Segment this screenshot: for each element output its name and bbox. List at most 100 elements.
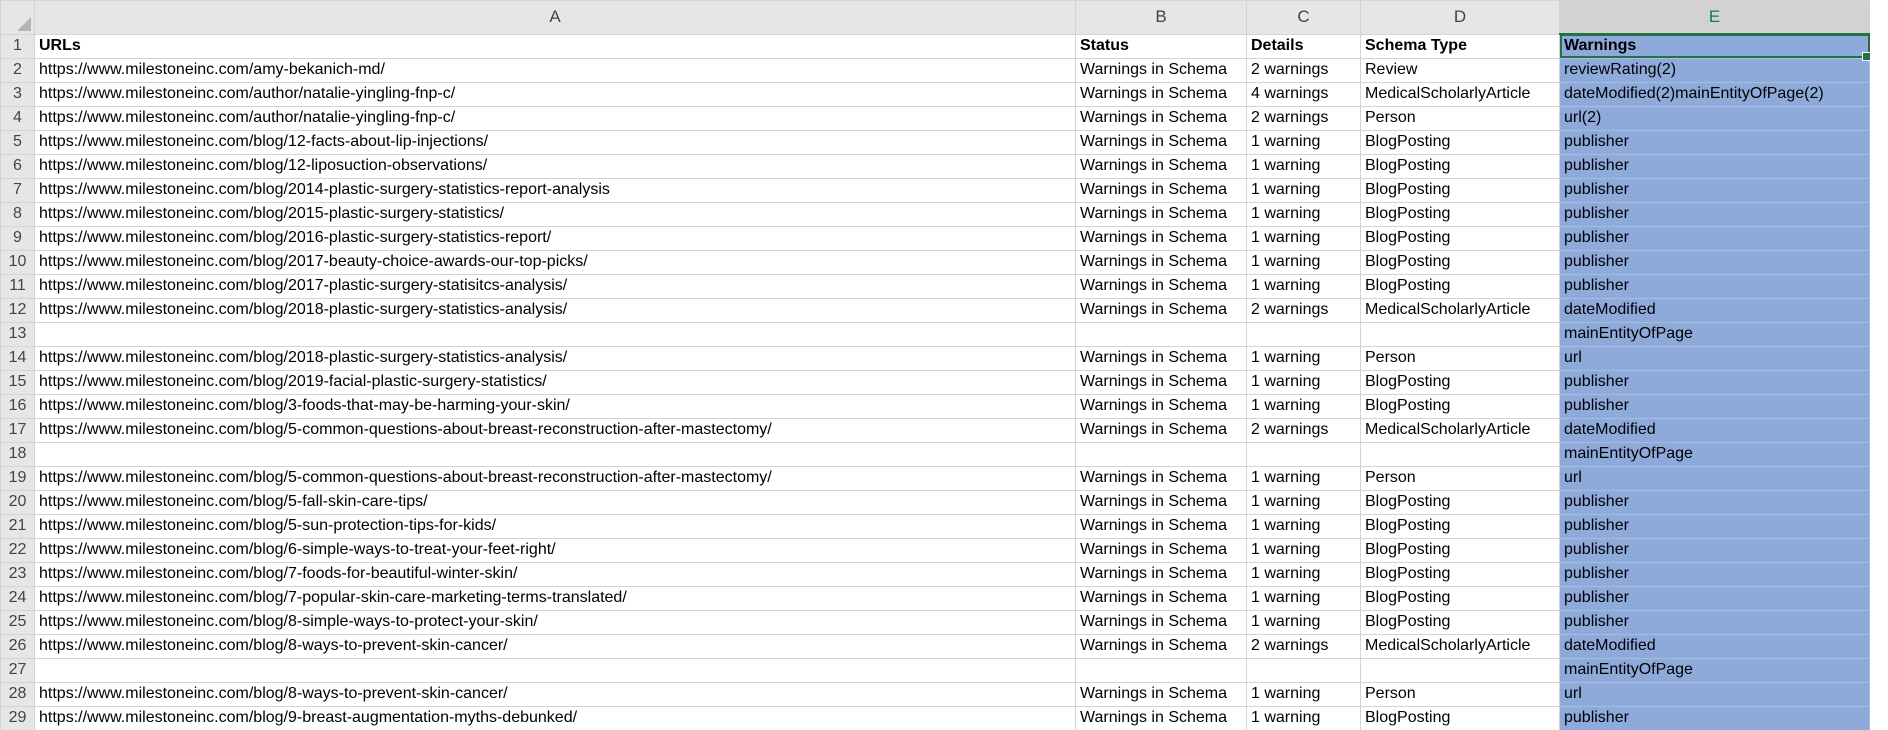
cell-a[interactable]: https://www.milestoneinc.com/blog/3-food… — [34, 393, 1076, 419]
cell-a[interactable]: https://www.milestoneinc.com/blog/5-fall… — [34, 489, 1076, 515]
fill-handle[interactable] — [1862, 52, 1871, 61]
row-header[interactable]: 29 — [0, 705, 35, 730]
cell-b[interactable]: Warnings in Schema — [1075, 57, 1247, 83]
cell-e[interactable]: publisher — [1559, 225, 1870, 251]
column-header-c[interactable]: C — [1246, 0, 1361, 35]
cell-c[interactable]: 1 warning — [1246, 561, 1361, 587]
row-header[interactable]: 8 — [0, 201, 35, 227]
row-header[interactable]: 19 — [0, 465, 35, 491]
row-header[interactable]: 25 — [0, 609, 35, 635]
row-header[interactable]: 4 — [0, 105, 35, 131]
cell-c[interactable]: 1 warning — [1246, 153, 1361, 179]
cell-c[interactable]: 1 warning — [1246, 249, 1361, 275]
cell-a[interactable] — [34, 321, 1076, 347]
cell-a[interactable]: https://www.milestoneinc.com/amy-bekanic… — [34, 57, 1076, 83]
cell-e[interactable]: publisher — [1559, 129, 1870, 155]
cell-c[interactable]: 2 warnings — [1246, 105, 1361, 131]
cell-d[interactable]: BlogPosting — [1360, 561, 1560, 587]
cell-d[interactable]: BlogPosting — [1360, 393, 1560, 419]
cell-a[interactable]: https://www.milestoneinc.com/blog/9-brea… — [34, 705, 1076, 730]
cell-a[interactable]: https://www.milestoneinc.com/blog/2018-p… — [34, 297, 1076, 323]
cell-a[interactable]: https://www.milestoneinc.com/blog/5-comm… — [34, 417, 1076, 443]
cell-a[interactable]: https://www.milestoneinc.com/blog/6-simp… — [34, 537, 1076, 563]
cell-c[interactable]: 1 warning — [1246, 585, 1361, 611]
cell-c[interactable]: 1 warning — [1246, 369, 1361, 395]
cell-d[interactable]: MedicalScholarlyArticle — [1360, 633, 1560, 659]
cell-c[interactable]: 1 warning — [1246, 345, 1361, 371]
row-header[interactable]: 3 — [0, 81, 35, 107]
cell-b[interactable]: Warnings in Schema — [1075, 273, 1247, 299]
cell-a[interactable]: https://www.milestoneinc.com/blog/2017-p… — [34, 273, 1076, 299]
cell-a[interactable]: https://www.milestoneinc.com/blog/7-food… — [34, 561, 1076, 587]
row-header[interactable]: 13 — [0, 321, 35, 347]
row-header[interactable]: 5 — [0, 129, 35, 155]
cell-d[interactable] — [1360, 657, 1560, 683]
cell-b[interactable]: Warnings in Schema — [1075, 369, 1247, 395]
cell-c[interactable]: 1 warning — [1246, 201, 1361, 227]
cell-b[interactable]: Warnings in Schema — [1075, 513, 1247, 539]
row-header[interactable]: 22 — [0, 537, 35, 563]
cell-e[interactable]: dateModified(2)mainEntityOfPage(2) — [1559, 81, 1870, 107]
cell-d[interactable]: BlogPosting — [1360, 177, 1560, 203]
cell-c[interactable]: 2 warnings — [1246, 297, 1361, 323]
cell-c[interactable]: 1 warning — [1246, 465, 1361, 491]
cell-a[interactable]: https://www.milestoneinc.com/blog/2014-p… — [34, 177, 1076, 203]
cell-e[interactable]: reviewRating(2) — [1559, 57, 1870, 83]
cell-d[interactable]: Person — [1360, 105, 1560, 131]
cell-d[interactable]: BlogPosting — [1360, 513, 1560, 539]
cell-a[interactable]: https://www.milestoneinc.com/blog/2017-b… — [34, 249, 1076, 275]
cell-d[interactable]: BlogPosting — [1360, 249, 1560, 275]
cell-b[interactable]: Warnings in Schema — [1075, 417, 1247, 443]
cell-a[interactable]: https://www.milestoneinc.com/blog/8-ways… — [34, 681, 1076, 707]
cell-d[interactable] — [1360, 441, 1560, 467]
cell-e[interactable]: publisher — [1559, 273, 1870, 299]
cell-b[interactable]: Warnings in Schema — [1075, 633, 1247, 659]
cell-c[interactable]: 1 warning — [1246, 177, 1361, 203]
cell-b[interactable]: Warnings in Schema — [1075, 705, 1247, 730]
cell-d[interactable]: Person — [1360, 465, 1560, 491]
cell-e[interactable]: publisher — [1559, 609, 1870, 635]
cell-b[interactable] — [1075, 441, 1247, 467]
cell-d[interactable]: BlogPosting — [1360, 705, 1560, 730]
cell-e[interactable]: publisher — [1559, 153, 1870, 179]
row-header[interactable]: 9 — [0, 225, 35, 251]
cell-a[interactable]: https://www.milestoneinc.com/blog/5-sun-… — [34, 513, 1076, 539]
cell-e[interactable]: mainEntityOfPage — [1559, 657, 1870, 683]
cell-a[interactable]: https://www.milestoneinc.com/blog/2016-p… — [34, 225, 1076, 251]
cell-a[interactable]: https://www.milestoneinc.com/blog/2018-p… — [34, 345, 1076, 371]
cell-e[interactable]: dateModified — [1559, 633, 1870, 659]
column-header-b[interactable]: B — [1075, 0, 1247, 35]
row-header[interactable]: 10 — [0, 249, 35, 275]
row-header[interactable]: 21 — [0, 513, 35, 539]
cell-b[interactable]: Warnings in Schema — [1075, 225, 1247, 251]
cell-c[interactable]: 4 warnings — [1246, 81, 1361, 107]
cell-c[interactable]: 1 warning — [1246, 489, 1361, 515]
cell-a[interactable]: https://www.milestoneinc.com/blog/2019-f… — [34, 369, 1076, 395]
cell-b[interactable]: Warnings in Schema — [1075, 465, 1247, 491]
cell-a[interactable]: https://www.milestoneinc.com/blog/5-comm… — [34, 465, 1076, 491]
row-header[interactable]: 11 — [0, 273, 35, 299]
cell-d[interactable]: BlogPosting — [1360, 585, 1560, 611]
cell-e[interactable]: publisher — [1559, 369, 1870, 395]
cell-e[interactable]: Warnings — [1559, 33, 1870, 59]
row-header[interactable]: 20 — [0, 489, 35, 515]
cell-e[interactable]: url — [1559, 465, 1870, 491]
row-header[interactable]: 26 — [0, 633, 35, 659]
cell-b[interactable] — [1075, 657, 1247, 683]
cell-b[interactable]: Warnings in Schema — [1075, 681, 1247, 707]
cell-a[interactable]: URLs — [34, 33, 1076, 59]
cell-e[interactable]: mainEntityOfPage — [1559, 321, 1870, 347]
cell-d[interactable]: BlogPosting — [1360, 153, 1560, 179]
cell-a[interactable]: https://www.milestoneinc.com/author/nata… — [34, 81, 1076, 107]
row-header[interactable]: 17 — [0, 417, 35, 443]
cell-e[interactable]: mainEntityOfPage — [1559, 441, 1870, 467]
cell-b[interactable]: Warnings in Schema — [1075, 537, 1247, 563]
cell-d[interactable] — [1360, 321, 1560, 347]
cell-a[interactable]: https://www.milestoneinc.com/blog/2015-p… — [34, 201, 1076, 227]
cell-a[interactable]: https://www.milestoneinc.com/blog/12-fac… — [34, 129, 1076, 155]
cell-e[interactable]: url(2) — [1559, 105, 1870, 131]
cell-c[interactable] — [1246, 441, 1361, 467]
cell-d[interactable]: Review — [1360, 57, 1560, 83]
cell-c[interactable]: 1 warning — [1246, 537, 1361, 563]
cell-b[interactable]: Warnings in Schema — [1075, 177, 1247, 203]
